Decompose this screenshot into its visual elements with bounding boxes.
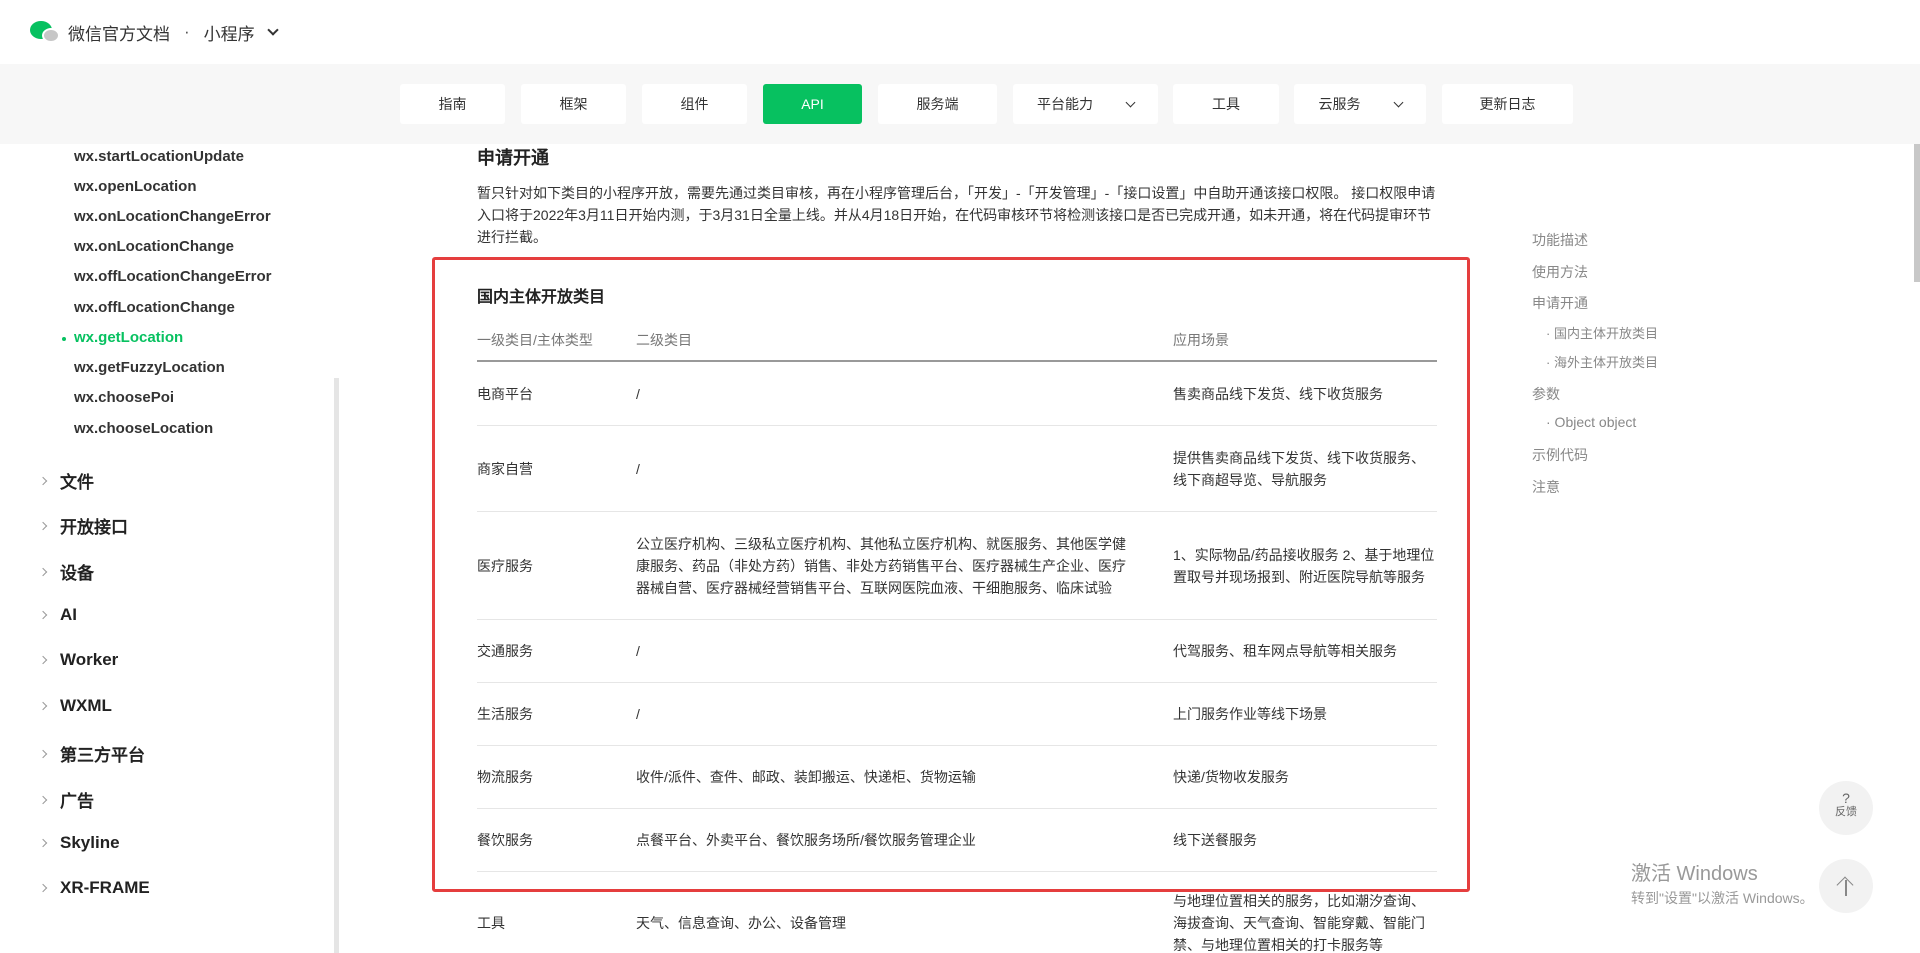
chevron-right-icon: [38, 610, 48, 620]
feedback-label: 反馈: [1835, 806, 1857, 818]
sidebar-item-onlocationchange[interactable]: wx.onLocationChange: [74, 238, 234, 255]
tab-api[interactable]: API: [763, 84, 862, 124]
table-row: 商家自营 / 提供售卖商品线下发货、线下收货服务、线下商超导览、导航服务: [477, 426, 1437, 512]
table-row: 物流服务 收件/派件、查件、邮政、装卸搬运、快递柜、货物运输 快递/货物收发服务: [477, 746, 1437, 809]
tab-changelog[interactable]: 更新日志: [1442, 84, 1573, 124]
chevron-right-icon: [38, 567, 48, 576]
sidebar-item-getfuzzylocation[interactable]: wx.getFuzzyLocation: [74, 359, 225, 376]
chevron-right-icon: [38, 476, 48, 485]
tab-platform-capabilities[interactable]: 平台能力: [1013, 84, 1158, 124]
table-row: 餐饮服务 点餐平台、外卖平台、餐饮服务场所/餐饮服务管理企业 线下送餐服务: [477, 809, 1437, 872]
product-switcher[interactable]: 小程序: [204, 20, 255, 45]
top-header: 微信官方文档 · 小程序: [0, 0, 1920, 64]
sidebar-category-xr-frame[interactable]: XR-FRAME: [38, 878, 150, 898]
chevron-right-icon: [38, 838, 48, 848]
sidebar-scrollbar[interactable]: [334, 378, 339, 953]
table-row: 交通服务 / 代驾服务、租车网点导航等相关服务: [477, 620, 1437, 683]
sub-nav: 指南 框架 组件 API 服务端 平台能力 工具 云服务 更新日志: [0, 64, 1920, 144]
table-row: 医疗服务 公立医疗机构、三级私立医疗机构、其他私立医疗机构、就医服务、其他医学健…: [477, 512, 1437, 620]
toc-item[interactable]: 申请开通: [1532, 293, 1588, 313]
chevron-right-icon: [38, 749, 48, 758]
sidebar-category-ai[interactable]: AI: [38, 605, 77, 625]
chevron-right-icon: [38, 521, 48, 530]
sidebar-item-getlocation[interactable]: wx.getLocation: [61, 329, 183, 346]
column-header-scenario: 应用场景: [1173, 332, 1229, 348]
tab-framework[interactable]: 框架: [521, 84, 626, 124]
section-heading: 申请开通: [477, 148, 549, 168]
brand-separator: ·: [184, 22, 190, 41]
tab-cloud-services[interactable]: 云服务: [1294, 84, 1426, 124]
tab-server[interactable]: 服务端: [878, 84, 997, 124]
tab-guide[interactable]: 指南: [400, 84, 505, 124]
chevron-right-icon: [38, 795, 48, 804]
sidebar-item-chooselocation[interactable]: wx.chooseLocation: [74, 420, 213, 437]
sidebar-category-open-api[interactable]: 开放接口: [38, 513, 128, 538]
sidebar-item-startlocationupdate[interactable]: wx.startLocationUpdate: [74, 148, 244, 165]
table-title: 国内主体开放类目: [477, 289, 606, 306]
toc-item[interactable]: 示例代码: [1532, 445, 1588, 465]
toc-item[interactable]: 功能描述: [1532, 230, 1588, 250]
sidebar: wx.startLocationUpdate wx.openLocation w…: [0, 144, 336, 953]
brand[interactable]: 微信官方文档 · 小程序: [30, 0, 279, 64]
toc-item[interactable]: 注意: [1532, 477, 1560, 497]
toc-item[interactable]: · 海外主体开放类目: [1546, 352, 1658, 371]
sidebar-category-third-party[interactable]: 第三方平台: [38, 741, 145, 766]
tab-components[interactable]: 组件: [642, 84, 747, 124]
chevron-right-icon: [38, 701, 48, 711]
sidebar-item-openlocation[interactable]: wx.openLocation: [74, 178, 197, 195]
sidebar-category-wxml[interactable]: WXML: [38, 696, 112, 716]
chevron-down-icon: [1125, 97, 1136, 107]
chevron-right-icon: [38, 655, 48, 665]
chevron-down-icon[interactable]: [267, 24, 279, 36]
table-row: 生活服务 / 上门服务作业等线下场景: [477, 683, 1437, 746]
chevron-right-icon: [38, 883, 48, 893]
sidebar-category-ads[interactable]: 广告: [38, 787, 94, 812]
sidebar-item-onlocationchangeerror[interactable]: wx.onLocationChangeError: [74, 208, 271, 225]
tab-tools[interactable]: 工具: [1173, 84, 1279, 124]
sidebar-item-offlocationchange[interactable]: wx.offLocationChange: [74, 299, 235, 316]
chevron-down-icon: [1393, 97, 1403, 107]
section-paragraph: 暂只针对如下类目的小程序开放，需要先通过类目审核，再在小程序管理后台，「开发」-…: [477, 185, 1436, 245]
toc-item[interactable]: · 国内主体开放类目: [1546, 323, 1658, 342]
toc-item[interactable]: · Object object: [1546, 414, 1636, 430]
sidebar-category-file[interactable]: 文件: [38, 468, 94, 493]
table-row: 电商平台 / 售卖商品线下发货、线下收货服务: [477, 363, 1437, 426]
brand-title: 微信官方文档: [68, 24, 170, 44]
column-header-category: 一级类目/主体类型: [477, 332, 593, 348]
toc-item[interactable]: 参数: [1532, 384, 1560, 404]
sidebar-category-worker[interactable]: Worker: [38, 650, 118, 670]
sidebar-category-device[interactable]: 设备: [38, 559, 94, 584]
back-to-top-button[interactable]: [1819, 859, 1873, 913]
windows-activation-watermark: 激活 Windows 转到"设置"以激活 Windows。: [1631, 863, 1814, 906]
toc-item[interactable]: 使用方法: [1532, 262, 1588, 282]
sidebar-category-skyline[interactable]: Skyline: [38, 833, 120, 853]
wechat-logo-icon: [30, 19, 60, 45]
sidebar-item-choosepoi[interactable]: wx.choosePoi: [74, 389, 174, 406]
column-header-subcategory: 二级类目: [636, 332, 692, 348]
feedback-button[interactable]: ? 反馈: [1819, 781, 1873, 835]
table-row: 工具 天气、信息查询、办公、设备管理 与地理位置相关的服务，比如潮汐查询、海拔查…: [477, 893, 1425, 953]
table-header: 一级类目/主体类型 二级类目 应用场景: [477, 330, 1437, 362]
question-icon: ?: [1842, 790, 1850, 806]
sidebar-item-offlocationchangeerror[interactable]: wx.offLocationChangeError: [74, 268, 272, 285]
